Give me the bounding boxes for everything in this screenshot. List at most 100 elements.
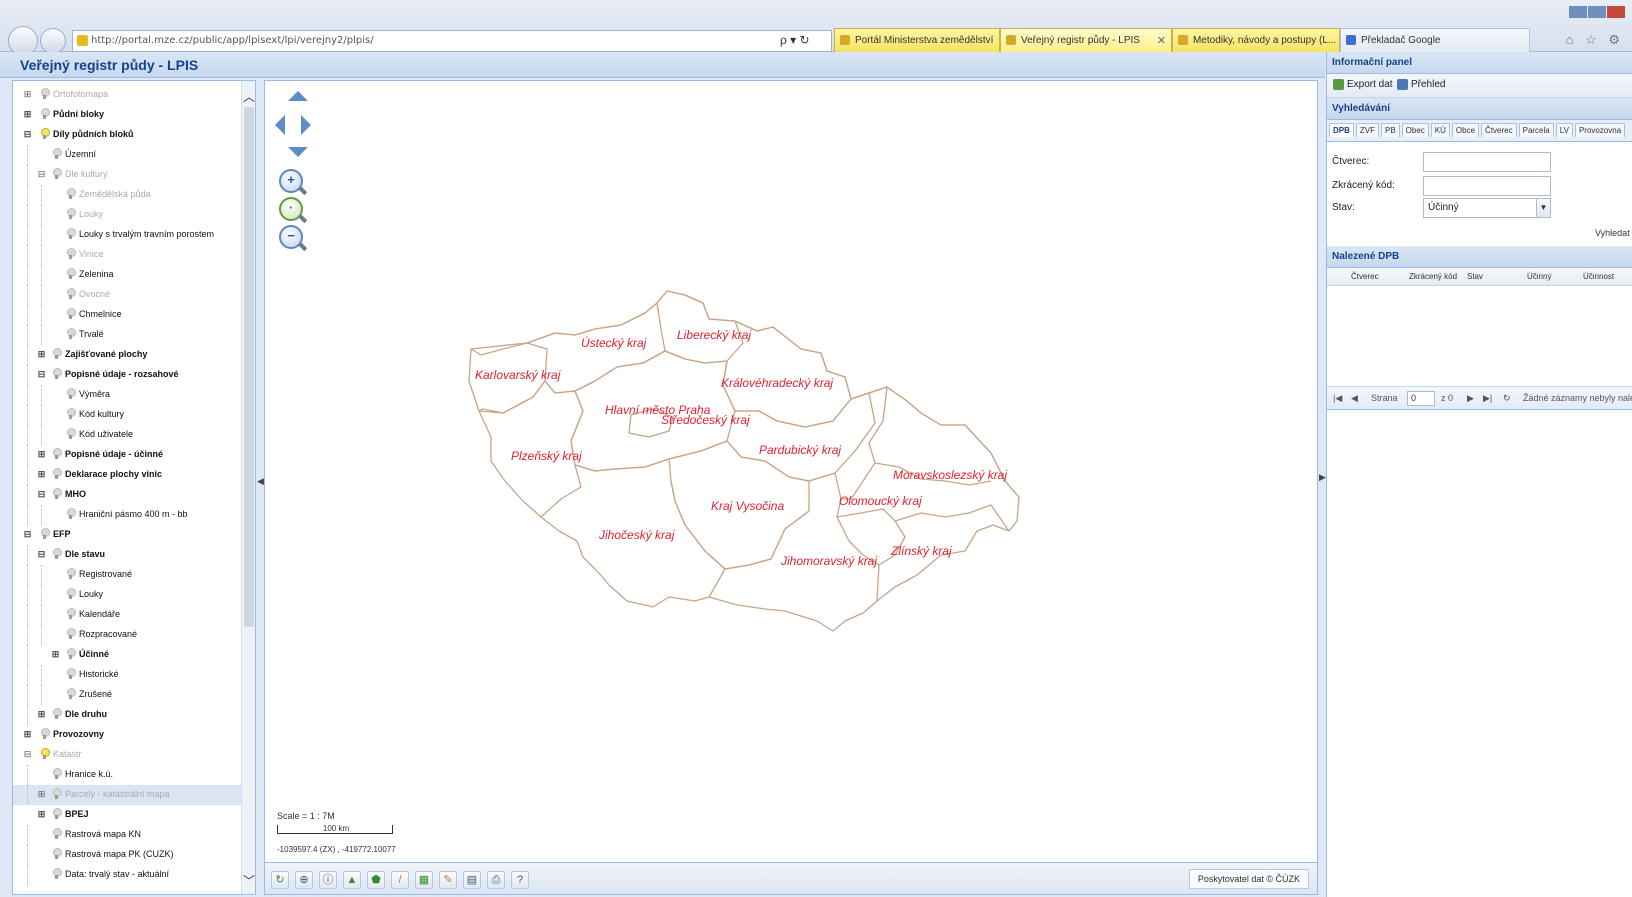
column-header[interactable]: Účinnost [1583, 272, 1614, 281]
search-button[interactable]: Vyhledat [1595, 228, 1630, 238]
info-icon[interactable]: ⓘ [319, 871, 337, 889]
tree-item[interactable]: Kód kultury [13, 405, 241, 425]
tree-item[interactable]: ⊟ Dle kultury [13, 165, 241, 185]
collapse-right-icon[interactable]: ▶ [1319, 472, 1326, 483]
tree-item-katastr[interactable]: ⊟ Katastr [13, 745, 241, 765]
zkraceny-kod-input[interactable] [1423, 176, 1551, 196]
tab-lpis[interactable]: Veřejný registr půdy - LPIS ✕ [1000, 28, 1172, 52]
tree-item[interactable]: Louky s trvalým travním porostem [13, 225, 241, 245]
tree-item-selected[interactable]: ⊞ Parcely - katastrální mapa [13, 785, 241, 805]
map-view[interactable]: + · − Ústecký kraj Liberecký kraj Karlov… [264, 80, 1318, 895]
tree-item[interactable]: ⊞ Zajišťované plochy [13, 345, 241, 365]
search-refresh-icon[interactable]: ρ ▾ ↻ [780, 33, 810, 47]
collapse-left-icon[interactable]: ◀ [257, 476, 264, 487]
measure-area-icon[interactable]: ▦ [415, 871, 433, 889]
close-window-icon[interactable] [1607, 6, 1625, 18]
tree-item[interactable]: Rozpracované [13, 625, 241, 645]
document-icon[interactable]: ▤ [463, 871, 481, 889]
right-splitter[interactable]: ▶ [1318, 80, 1326, 895]
column-header[interactable]: Účinný [1527, 272, 1551, 281]
column-header[interactable]: Zkrácený kód [1409, 272, 1457, 281]
minimize-icon[interactable] [1569, 6, 1587, 18]
ctverec-input[interactable] [1423, 152, 1551, 172]
maximize-icon[interactable] [1588, 6, 1606, 18]
tree-item-efp[interactable]: ⊟ EFP [13, 525, 241, 545]
polygon-icon[interactable]: ⬟ [367, 871, 385, 889]
tab-obce[interactable]: Obce [1451, 123, 1480, 137]
forward-button[interactable] [40, 28, 66, 54]
scroll-down-icon[interactable]: ﹀ [243, 875, 255, 887]
tree-item[interactable]: Louky [13, 205, 241, 225]
scrollbar-thumb[interactable] [244, 107, 254, 627]
tree-item[interactable]: Registrované [13, 565, 241, 585]
tab-parcela[interactable]: Parcela [1518, 123, 1554, 137]
page-number-input[interactable]: 0 [1407, 391, 1435, 406]
tree-item[interactable]: ⊟ MHO [13, 485, 241, 505]
tab-pb[interactable]: PB [1381, 123, 1400, 137]
tree-item[interactable]: Data: trvalý stav - aktuální [13, 865, 241, 885]
prev-page-icon[interactable]: ◀ [1351, 393, 1358, 404]
tree-item[interactable]: ⊞ Dle druhu [13, 705, 241, 725]
tree-item[interactable]: ⊟ Popisné údaje - rozsahové [13, 365, 241, 385]
close-tab-icon[interactable]: ✕ [1157, 34, 1166, 47]
last-page-icon[interactable]: ▶| [1483, 393, 1492, 404]
tree-item[interactable]: Ovocné [13, 285, 241, 305]
tree-item-dily-pudnich-bloku[interactable]: ⊟ Díly půdních bloků [13, 125, 241, 145]
export-data-button[interactable]: Export dat [1333, 79, 1393, 90]
tree-scrollbar[interactable]: ︿ ﹀ [241, 81, 255, 894]
tree-item-provozovny[interactable]: ⊞ Provozovny [13, 725, 241, 745]
tab-portal-mze[interactable]: Portál Ministerstva zemědělství [834, 28, 1000, 52]
tree-item-ortofotomapa[interactable]: ⊞ Ortofotomapa [13, 85, 241, 105]
tree-item-bpej[interactable]: ⊞ BPEJ [13, 805, 241, 825]
tree-item[interactable]: Historické [13, 665, 241, 685]
tree-item[interactable]: Rastrová mapa PK (CUZK) [13, 845, 241, 865]
refresh-icon[interactable]: ↻ [271, 871, 289, 889]
stav-select[interactable]: Účinný ▼ [1423, 198, 1551, 218]
tree-item[interactable]: Chmelnice [13, 305, 241, 325]
tree-item[interactable]: Hranice k.ú. [13, 765, 241, 785]
tree-item[interactable]: Trvalé [13, 325, 241, 345]
left-splitter[interactable]: ◀ [256, 80, 264, 895]
tab-obec[interactable]: Obec [1401, 123, 1429, 137]
clear-icon[interactable]: ✎ [439, 871, 457, 889]
tree-item[interactable]: ⊟ Dle stavu [13, 545, 241, 565]
tree-item[interactable]: Kalendáře [13, 605, 241, 625]
tree-item[interactable]: ⊞ Účinné [13, 645, 241, 665]
tab-ku[interactable]: KÚ [1430, 123, 1450, 137]
next-page-icon[interactable]: ▶ [1467, 393, 1474, 404]
tab-dpb[interactable]: DPB [1329, 123, 1354, 137]
address-bar[interactable]: http://portal.mze.cz/public/app/lpisext/… [72, 30, 832, 52]
tree-item[interactable]: Zrušené [13, 685, 241, 705]
tree-item-pudni-bloky[interactable]: ⊞ Půdní bloky [13, 105, 241, 125]
tree-item[interactable]: ⊞ Deklarace plochy vinic [13, 465, 241, 485]
region-map[interactable]: Ústecký kraj Liberecký kraj Karlovarský … [265, 81, 1318, 895]
home-favorites-settings-icon[interactable]: ⌂ ☆ ⚙ [1566, 32, 1624, 48]
overview-button[interactable]: Přehled [1397, 79, 1445, 90]
tab-google-translate[interactable]: Překladač Google [1340, 28, 1530, 52]
tree-item[interactable]: ⊞ Popisné údaje - účinné [13, 445, 241, 465]
tree-item[interactable]: Vinice [13, 245, 241, 265]
tab-lv[interactable]: LV [1555, 123, 1573, 137]
tab-ctverec[interactable]: Čtverec [1481, 123, 1517, 137]
scroll-up-icon[interactable]: ︿ [243, 91, 255, 103]
tree-item[interactable]: Územní [13, 145, 241, 165]
tree-item[interactable]: Výměra [13, 385, 241, 405]
tree-item[interactable]: Louky [13, 585, 241, 605]
tab-zvf[interactable]: ZVF [1355, 123, 1379, 137]
tree-item[interactable]: Hraniční pásmo 400 m - bb [13, 505, 241, 525]
column-header[interactable]: Čtverec [1351, 272, 1379, 281]
tab-metodiky[interactable]: Metodiky, návody a postupy (L... [1172, 28, 1340, 52]
measure-line-icon[interactable]: / [391, 871, 409, 889]
tab-provozovna[interactable]: Provozovna [1574, 123, 1626, 137]
print-icon[interactable]: ⎙ [487, 871, 505, 889]
first-page-icon[interactable]: |◀ [1333, 393, 1342, 404]
tree-item[interactable]: Rastrová mapa KN [13, 825, 241, 845]
refresh-icon[interactable]: ↻ [1503, 393, 1511, 404]
tree-item[interactable]: Kód uživatele [13, 425, 241, 445]
help-icon[interactable]: ? [511, 871, 529, 889]
select-icon[interactable]: ▲ [343, 871, 361, 889]
tree-item[interactable]: Zelenina [13, 265, 241, 285]
chevron-down-icon[interactable]: ▼ [1536, 199, 1550, 217]
zoom-box-icon[interactable]: ⊕ [295, 871, 313, 889]
column-header[interactable]: Stav [1467, 272, 1483, 281]
